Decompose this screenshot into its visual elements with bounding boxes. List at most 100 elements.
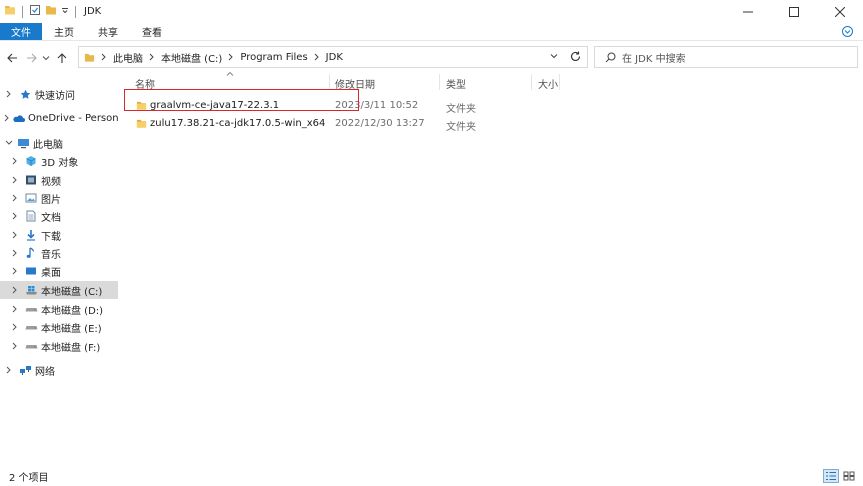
close-icon[interactable] <box>817 0 863 23</box>
file-type: 文件夹 <box>446 104 476 115</box>
nav-label: 图片 <box>41 194 61 206</box>
chevron-right-icon[interactable] <box>10 305 20 313</box>
chevron-right-icon[interactable] <box>228 53 234 61</box>
chevron-right-icon[interactable] <box>4 90 14 98</box>
column-divider[interactable] <box>439 74 440 90</box>
status-bar: 2 个项目 <box>0 466 863 486</box>
breadcrumb-program-files[interactable]: Program Files <box>240 52 307 63</box>
quick-access-toolbar: JDK <box>0 0 101 23</box>
chevron-right-icon[interactable] <box>10 249 20 257</box>
tab-home[interactable]: 主页 <box>42 23 86 40</box>
nav-item-quick-access[interactable]: 快速访问 <box>0 85 118 103</box>
maximize-icon[interactable] <box>771 0 817 23</box>
search-box[interactable]: 在 JDK 中搜索 <box>594 46 858 68</box>
nav-item-documents[interactable]: 文档 <box>0 207 118 225</box>
customize-toolbar-icon[interactable] <box>61 6 69 17</box>
chevron-right-icon[interactable] <box>4 114 10 122</box>
tab-view[interactable]: 查看 <box>130 23 174 40</box>
nav-item-3d-objects[interactable]: 3D 对象 <box>0 152 118 170</box>
drive-icon <box>24 302 38 316</box>
tab-file[interactable]: 文件 <box>0 23 42 40</box>
tab-share[interactable]: 共享 <box>86 23 130 40</box>
this-pc-icon <box>16 136 30 150</box>
onedrive-cloud-icon <box>12 111 25 125</box>
title-bar: JDK <box>0 0 863 23</box>
column-divider[interactable] <box>559 74 560 90</box>
chevron-right-icon[interactable] <box>10 267 20 275</box>
toolbar-divider <box>75 5 76 18</box>
nav-item-drive-c[interactable]: 本地磁盘 (C:) <box>0 281 118 299</box>
chevron-right-icon[interactable] <box>10 231 20 239</box>
nav-label: 本地磁盘 (D:) <box>41 305 104 317</box>
nav-label: 文档 <box>41 212 61 224</box>
folder-window-icon <box>4 4 16 19</box>
chevron-right-icon[interactable] <box>10 212 20 220</box>
ribbon-tabs: 文件 主页 共享 查看 <box>0 23 863 41</box>
chevron-right-icon[interactable] <box>10 342 20 350</box>
chevron-right-icon[interactable] <box>10 157 20 165</box>
column-divider[interactable] <box>329 74 330 90</box>
sort-ascending-icon <box>226 69 234 80</box>
column-header-row: 名称 修改日期 类型 大小 <box>119 71 863 91</box>
file-name[interactable]: zulu17.38.21-ca-jdk17.0.5-win_x64 <box>150 118 325 129</box>
nav-label: 此电脑 <box>33 139 63 151</box>
window-title: JDK <box>84 6 102 17</box>
nav-label: 视频 <box>41 176 61 188</box>
window-controls <box>725 0 863 23</box>
breadcrumb-jdk[interactable]: JDK <box>326 52 343 63</box>
nav-item-downloads[interactable]: 下载 <box>0 226 118 244</box>
nav-item-network[interactable]: 网络 <box>0 361 118 379</box>
column-type[interactable]: 类型 <box>446 76 466 91</box>
chevron-right-icon[interactable] <box>4 366 14 374</box>
3d-objects-icon <box>24 154 38 168</box>
nav-label: OneDrive - Personal <box>28 112 118 124</box>
details-view-icon[interactable] <box>823 469 839 483</box>
item-count: 2 个项目 <box>9 472 49 484</box>
new-folder-icon[interactable] <box>45 4 57 19</box>
back-arrow-icon[interactable] <box>4 50 20 66</box>
recent-locations-icon[interactable] <box>42 50 50 66</box>
nav-label: 本地磁盘 (E:) <box>41 323 102 335</box>
chevron-right-icon[interactable] <box>314 53 320 61</box>
search-input[interactable]: 在 JDK 中搜索 <box>622 50 686 65</box>
address-history-dropdown-icon[interactable] <box>549 51 559 64</box>
downloads-icon <box>24 228 38 242</box>
nav-item-this-pc[interactable]: 此电脑 <box>0 134 118 152</box>
desktop-icon <box>24 264 38 278</box>
minimize-icon[interactable] <box>725 0 771 23</box>
documents-icon <box>24 209 38 223</box>
toolbar-divider <box>22 5 23 18</box>
nav-item-music[interactable]: 音乐 <box>0 244 118 262</box>
nav-label: 桌面 <box>41 267 61 279</box>
nav-item-drive-f[interactable]: 本地磁盘 (F:) <box>0 337 118 355</box>
chevron-right-icon[interactable] <box>101 53 107 61</box>
drive-icon <box>24 339 38 353</box>
nav-item-pictures[interactable]: 图片 <box>0 189 118 207</box>
refresh-icon[interactable] <box>569 50 582 66</box>
breadcrumb-this-pc[interactable]: 此电脑 <box>113 50 143 65</box>
nav-item-drive-d[interactable]: 本地磁盘 (D:) <box>0 300 118 318</box>
chevron-right-icon[interactable] <box>10 323 20 331</box>
navigation-bar: 此电脑 本地磁盘 (C:) Program Files JDK 在 JDK 中搜… <box>0 41 863 74</box>
file-type: 文件夹 <box>446 122 476 133</box>
nav-item-videos[interactable]: 视频 <box>0 171 118 189</box>
chevron-right-icon[interactable] <box>149 53 155 61</box>
breadcrumb-drive-c[interactable]: 本地磁盘 (C:) <box>161 50 222 65</box>
properties-icon[interactable] <box>29 4 41 19</box>
file-list-pane: 名称 修改日期 类型 大小 graalvm-ce-java17-22.3.1 2… <box>119 71 863 464</box>
chevron-down-icon[interactable] <box>4 140 14 146</box>
address-bar[interactable]: 此电脑 本地磁盘 (C:) Program Files JDK <box>78 46 588 68</box>
expand-ribbon-icon[interactable] <box>842 26 853 40</box>
large-icons-view-icon[interactable] <box>841 469 857 483</box>
column-size[interactable]: 大小 <box>538 76 558 91</box>
chevron-right-icon[interactable] <box>10 286 20 294</box>
forward-arrow-icon[interactable] <box>24 50 40 66</box>
column-divider[interactable] <box>531 74 532 90</box>
chevron-right-icon[interactable] <box>10 176 20 184</box>
file-row[interactable]: zulu17.38.21-ca-jdk17.0.5-win_x64 2022/1… <box>119 115 589 133</box>
nav-item-desktop[interactable]: 桌面 <box>0 262 118 280</box>
nav-item-onedrive[interactable]: OneDrive - Personal <box>0 109 118 127</box>
nav-item-drive-e[interactable]: 本地磁盘 (E:) <box>0 318 118 336</box>
up-arrow-icon[interactable] <box>54 50 70 66</box>
chevron-right-icon[interactable] <box>10 194 20 202</box>
